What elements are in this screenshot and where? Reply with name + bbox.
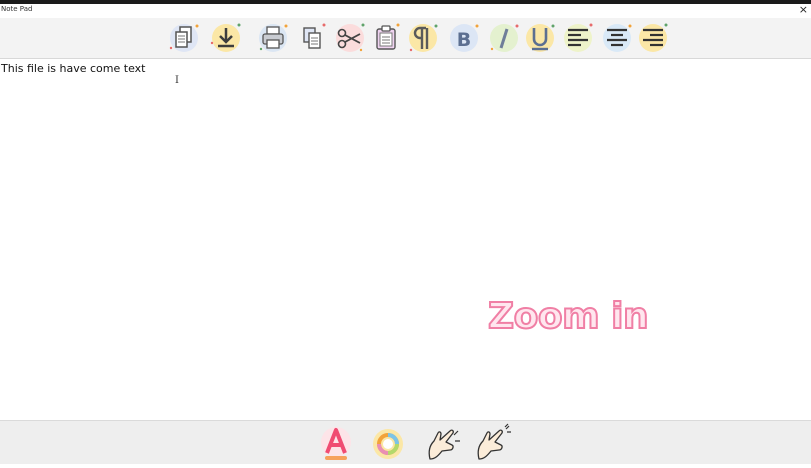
download-icon — [210, 23, 241, 48]
align-right-button[interactable] — [636, 21, 670, 55]
download-button[interactable] — [209, 21, 243, 55]
font-color-button[interactable] — [317, 423, 355, 463]
underline-button[interactable] — [523, 21, 557, 55]
print-button[interactable] — [256, 21, 290, 55]
bold-icon: B — [457, 24, 479, 51]
formatting-toolbar: B — [0, 18, 811, 59]
copy-document-icon — [169, 24, 199, 50]
color-wheel-icon — [373, 429, 403, 459]
align-center-button[interactable] — [600, 21, 634, 55]
close-button[interactable]: × — [799, 3, 808, 17]
svg-text:B: B — [457, 29, 471, 51]
paste-button[interactable] — [369, 21, 403, 55]
pinch-zoom-in-icon — [477, 423, 511, 460]
cut-button[interactable] — [333, 21, 367, 55]
align-left-button[interactable] — [561, 21, 595, 55]
scissors-icon — [337, 23, 365, 52]
text-cursor: I — [175, 75, 179, 86]
text-editor[interactable]: This file is have come text I — [0, 59, 811, 420]
bold-button[interactable]: B — [447, 21, 481, 55]
editor-content[interactable]: This file is have come text — [1, 62, 145, 75]
italic-button[interactable] — [487, 21, 521, 55]
bottom-toolbar — [0, 420, 811, 464]
zoom-in-button[interactable] — [473, 423, 511, 463]
pinch-zoom-out-icon — [428, 429, 460, 460]
paragraph-button[interactable] — [406, 21, 440, 55]
zoom-out-button[interactable] — [424, 423, 462, 463]
copy-icon — [303, 23, 326, 49]
clipboard-icon — [376, 23, 400, 50]
title-bar: Note Pad × — [0, 3, 811, 18]
color-wheel-button[interactable] — [369, 423, 407, 463]
align-right-icon — [643, 23, 668, 47]
align-left-icon — [568, 23, 593, 47]
zoom-in-overlay-label: Zoom in — [487, 295, 650, 338]
pilcrow-icon — [409, 24, 438, 52]
font-color-icon — [321, 427, 351, 460]
align-center-icon — [607, 24, 632, 47]
window-title: Note Pad — [1, 5, 33, 13]
copy-button[interactable] — [295, 21, 329, 55]
underline-icon — [532, 24, 555, 51]
printer-icon — [259, 24, 288, 51]
copy-file-button[interactable] — [167, 21, 201, 55]
italic-icon — [490, 24, 519, 51]
